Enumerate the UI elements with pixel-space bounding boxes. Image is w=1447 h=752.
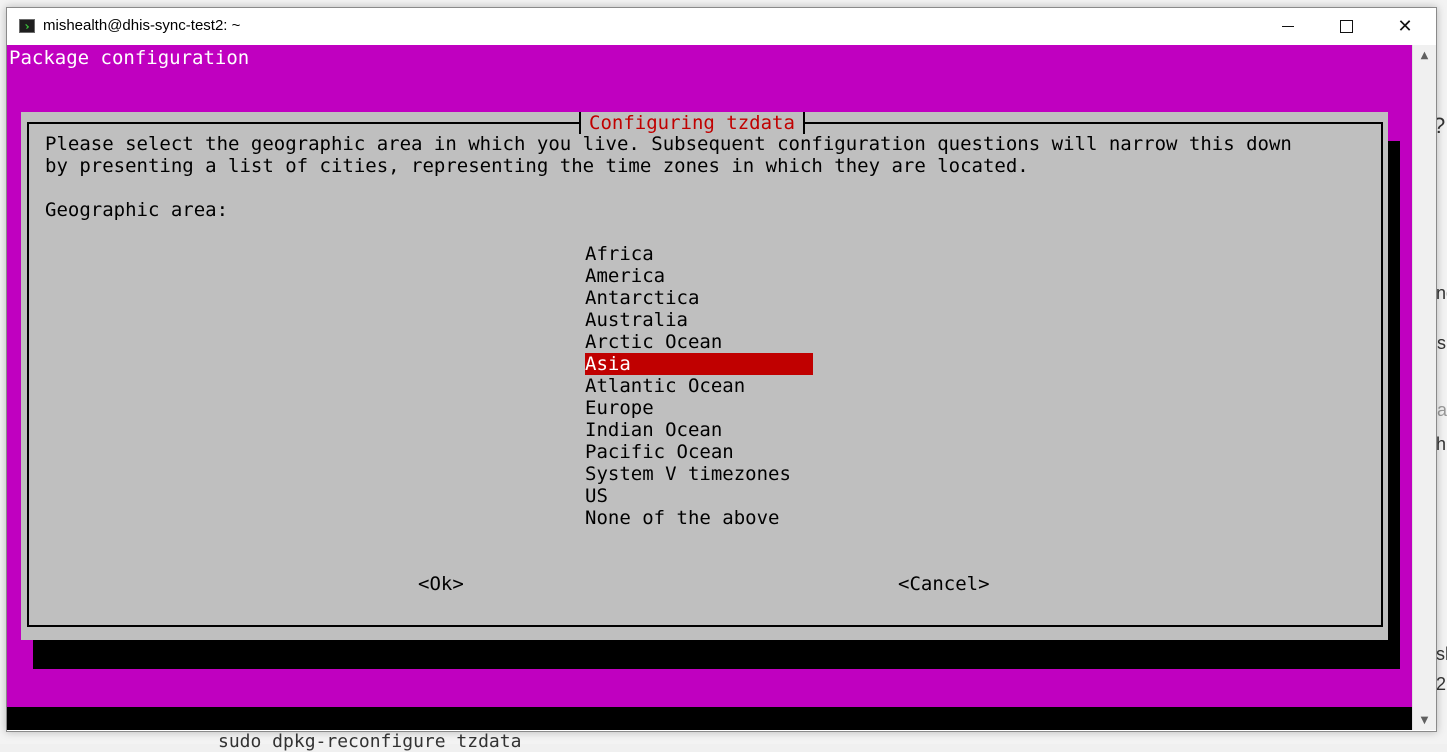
close-icon: ✕: [1397, 16, 1413, 37]
list-item-america[interactable]: America: [585, 265, 813, 287]
window-titlebar[interactable]: mishealth@dhis-sync-test2: ~ ✕: [7, 8, 1436, 45]
list-item-indian-ocean[interactable]: Indian Ocean: [585, 419, 813, 441]
ok-button[interactable]: <Ok>: [418, 573, 464, 595]
tzdata-dialog: Configuring tzdata Please select the geo…: [21, 112, 1388, 640]
geographic-area-label: Geographic area:: [45, 199, 229, 221]
list-item-europe[interactable]: Europe: [585, 397, 813, 419]
scroll-up-icon[interactable]: ▲: [1413, 45, 1436, 65]
scroll-down-icon[interactable]: ▼: [1413, 710, 1436, 730]
minimize-button[interactable]: [1259, 8, 1317, 45]
list-item-system-v-timezones[interactable]: System V timezones: [585, 463, 813, 485]
minimize-icon: [1282, 26, 1294, 27]
list-item-pacific-ocean[interactable]: Pacific Ocean: [585, 441, 813, 463]
vertical-scrollbar[interactable]: ▲ ▼: [1412, 45, 1436, 730]
maximize-button[interactable]: [1317, 8, 1375, 45]
background-fragment: 2: [1436, 674, 1447, 694]
background-fragment: s: [1437, 333, 1446, 353]
window-title: mishealth@dhis-sync-test2: ~: [43, 17, 241, 34]
list-item-africa[interactable]: Africa: [585, 243, 813, 265]
list-item-none-of-the-above[interactable]: None of the above: [585, 507, 813, 529]
list-item-asia[interactable]: Asia: [585, 353, 813, 375]
dialog-description-line-1: Please select the geographic area in whi…: [45, 133, 1292, 155]
list-item-arctic-ocean[interactable]: Arctic Ocean: [585, 331, 813, 353]
list-item-antarctica[interactable]: Antarctica: [585, 287, 813, 309]
maximize-icon: [1339, 20, 1353, 33]
terminal-window: mishealth@dhis-sync-test2: ~ ✕ Package c…: [6, 7, 1437, 732]
background-fragment: hi: [1436, 434, 1447, 454]
background-command-text: sudo dpkg-reconfigure tzdata: [218, 731, 522, 752]
terminal-bottom-bar: [7, 707, 1412, 730]
dialog-description-line-2: by presenting a list of cities, represen…: [45, 155, 1029, 177]
background-fragment: sh: [1436, 644, 1447, 664]
close-button[interactable]: ✕: [1376, 8, 1434, 45]
package-configuration-header: Package configuration: [9, 47, 250, 69]
list-item-atlantic-ocean[interactable]: Atlantic Ocean: [585, 375, 813, 397]
list-item-us[interactable]: US: [585, 485, 813, 507]
dialog-title: Configuring tzdata: [579, 112, 805, 134]
cancel-button[interactable]: <Cancel>: [898, 573, 990, 595]
terminal-icon: [19, 19, 35, 33]
terminal-screen[interactable]: Package configuration Configuring tzdata…: [7, 45, 1412, 730]
background-fragment: ng: [1436, 283, 1447, 303]
background-fragment: a: [1437, 400, 1447, 420]
geographic-area-list[interactable]: Africa America Antarctica Australia Arct…: [585, 243, 813, 529]
list-item-australia[interactable]: Australia: [585, 309, 813, 331]
